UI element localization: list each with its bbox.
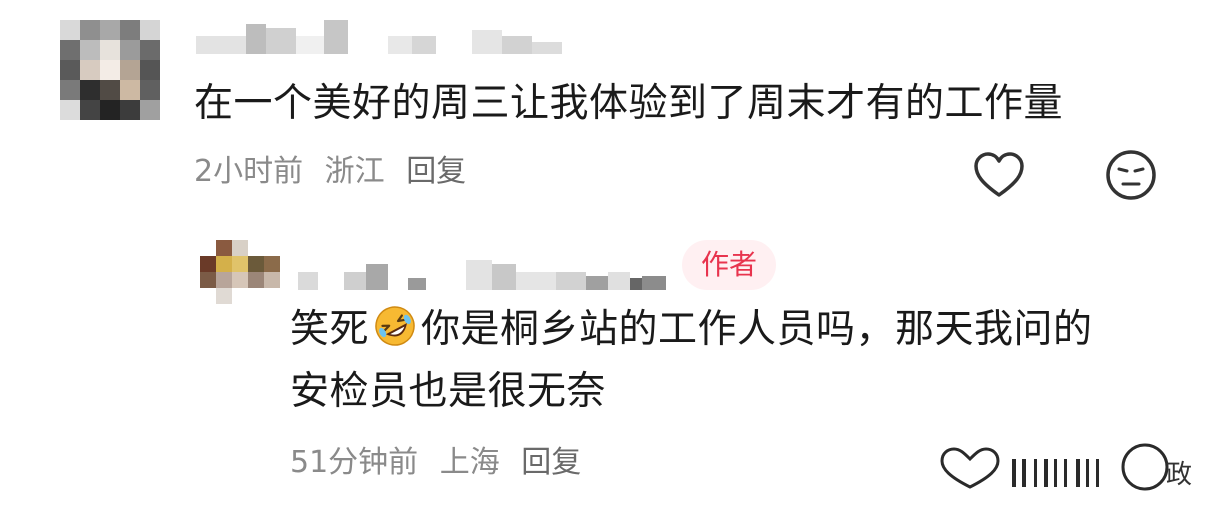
heart-icon[interactable] bbox=[972, 150, 1026, 200]
reply-time: 51分钟前 bbox=[290, 445, 419, 480]
comment-meta: 2小时前 浙江 回复 bbox=[194, 152, 478, 192]
username[interactable] bbox=[298, 250, 666, 290]
reply-text-line-1: 笑死 你是桐乡站的工作人员吗，那天我问的 bbox=[290, 304, 1170, 356]
reply-text: 笑死 你是桐乡站的工作人员吗，那天我问的 安检员也是很无奈 bbox=[290, 304, 1170, 418]
rolling-on-floor-laughing-icon bbox=[375, 306, 415, 346]
watermark-overlay bbox=[940, 443, 1169, 491]
reply-button[interactable]: 回复 bbox=[406, 154, 466, 189]
username[interactable] bbox=[196, 14, 562, 54]
reply-location: 上海 bbox=[439, 445, 500, 480]
comment-text: 在一个美好的周三让我体验到了周末才有的工作量 bbox=[194, 81, 1064, 126]
watermark-glyph: 政 bbox=[1166, 460, 1193, 490]
comment-time: 2小时前 bbox=[194, 154, 304, 189]
comment-location: 浙江 bbox=[324, 154, 385, 189]
reply-meta: 51分钟前 上海 回复 bbox=[290, 443, 593, 483]
author-badge: 作者 bbox=[682, 240, 776, 290]
avatar[interactable] bbox=[200, 240, 280, 304]
avatar[interactable] bbox=[60, 20, 160, 120]
reply-button[interactable]: 回复 bbox=[521, 445, 581, 480]
reply-text-line-2: 安检员也是很无奈 bbox=[290, 369, 607, 414]
neutral-face-icon[interactable] bbox=[1104, 148, 1158, 202]
